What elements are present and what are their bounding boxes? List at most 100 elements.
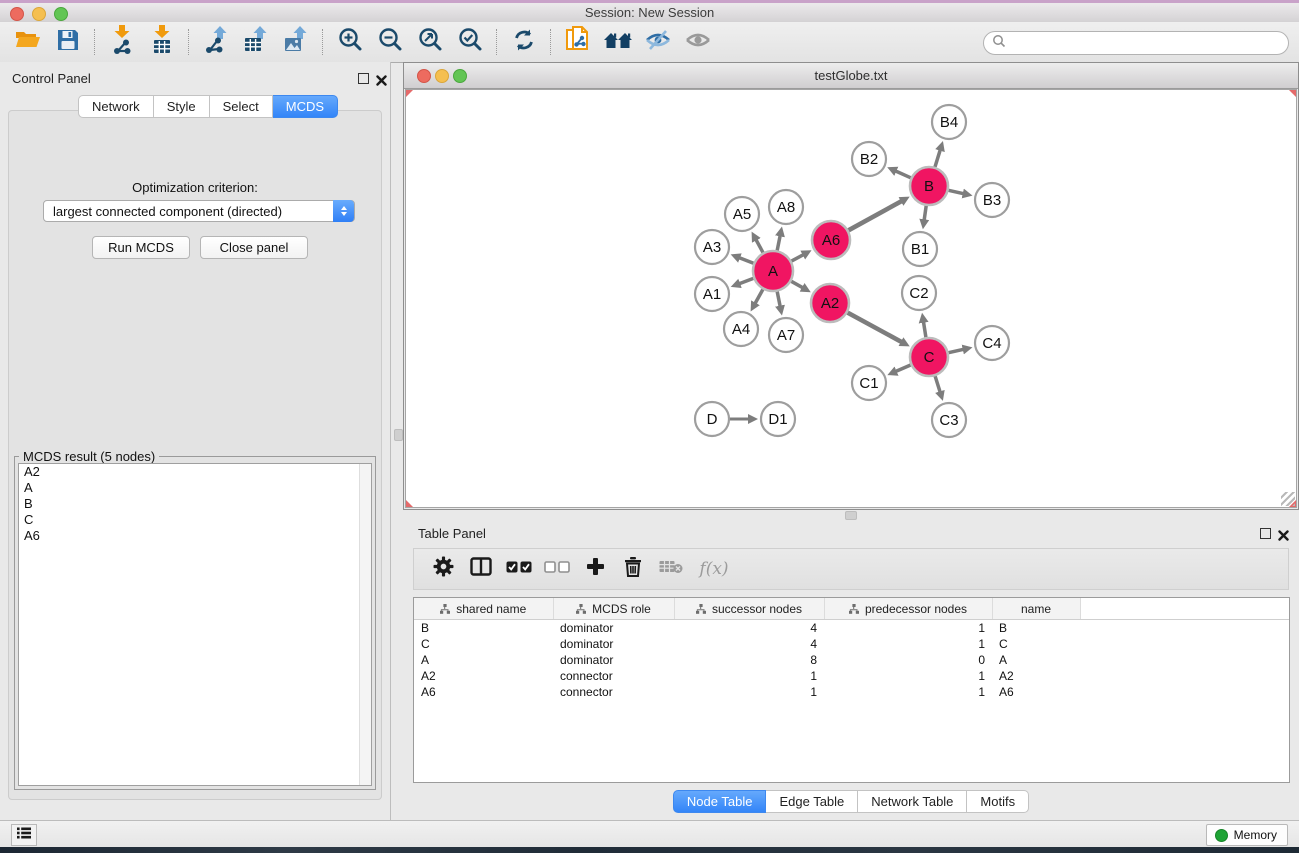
zoom-fit-button[interactable]	[410, 25, 450, 59]
import-network-button[interactable]	[102, 25, 142, 59]
table-cell[interactable]: A2	[992, 668, 1080, 684]
zoom-in-button[interactable]	[330, 25, 370, 59]
table-cell[interactable]: 4	[674, 636, 824, 652]
task-history-button[interactable]	[11, 824, 37, 846]
zoom-selected-button[interactable]	[450, 25, 490, 59]
delete-column-button[interactable]	[614, 553, 652, 585]
table-cell[interactable]: B	[992, 620, 1080, 637]
table-cell[interactable]: C	[992, 636, 1080, 652]
export-image-button[interactable]	[276, 25, 316, 59]
graph-edge-A-A5[interactable]	[755, 239, 763, 253]
table-cell[interactable]: C	[414, 636, 553, 652]
table-settings-button[interactable]	[424, 553, 462, 585]
run-mcds-button[interactable]: Run MCDS	[92, 236, 190, 259]
network-canvas[interactable]: B4B2BB3B1A5A8A6A3AA1A2A4A7C2CC4C1C3DD1	[405, 89, 1297, 508]
table-cell[interactable]: 1	[824, 668, 992, 684]
mcds-result-item[interactable]: A6	[19, 528, 371, 544]
table-cell[interactable]: A2	[414, 668, 553, 684]
export-table-button[interactable]	[236, 25, 276, 59]
table-cell[interactable]: 1	[824, 620, 992, 637]
graph-edge-A2-C[interactable]	[848, 313, 903, 343]
create-column-button[interactable]	[576, 553, 614, 585]
close-panel-button[interactable]: Close panel	[200, 236, 308, 259]
import-table-button[interactable]	[142, 25, 182, 59]
tab-edge-table[interactable]: Edge Table	[766, 790, 858, 813]
graph-edge-A-A1[interactable]	[738, 278, 753, 284]
save-session-button[interactable]	[48, 25, 88, 59]
network-window-titlebar[interactable]: testGlobe.txt	[404, 63, 1298, 89]
graph-edge-A-A7[interactable]	[777, 292, 780, 308]
show-all-button[interactable]	[678, 25, 718, 59]
graph-edge-A-A6[interactable]	[792, 254, 805, 261]
graph-edge-C-C3[interactable]	[935, 376, 940, 393]
table-cell[interactable]: 1	[674, 668, 824, 684]
graph-edge-B-B3[interactable]	[949, 190, 965, 194]
table-cell[interactable]: connector	[553, 684, 674, 700]
column-header-predecessor-nodes[interactable]: predecessor nodes	[824, 598, 992, 620]
table-row[interactable]: Bdominator41B	[414, 620, 1289, 637]
graph-edge-A6-B[interactable]	[849, 201, 903, 231]
graph-edge-C-C4[interactable]	[949, 349, 965, 353]
vertical-splitter-grip[interactable]	[394, 429, 403, 441]
table-row[interactable]: A6connector11A6	[414, 684, 1289, 700]
mcds-result-item[interactable]: A2	[19, 464, 371, 480]
table-row[interactable]: Adominator80A	[414, 652, 1289, 668]
table-cell[interactable]: connector	[553, 668, 674, 684]
window-resize-grip[interactable]	[1281, 492, 1295, 506]
table-cell[interactable]: A6	[414, 684, 553, 700]
graph-edge-A-A2[interactable]	[791, 281, 804, 288]
table-cell[interactable]: B	[414, 620, 553, 637]
delete-table-button[interactable]	[652, 553, 690, 585]
column-header-successor-nodes[interactable]: successor nodes	[674, 598, 824, 620]
table-cell[interactable]: A	[414, 652, 553, 668]
show-columns-button[interactable]	[462, 553, 500, 585]
graph-edge-A-A3[interactable]	[738, 257, 753, 263]
graph-edge-B-B1[interactable]	[924, 206, 926, 222]
column-header-shared-name[interactable]: shared name	[414, 598, 553, 620]
table-cell[interactable]: A	[992, 652, 1080, 668]
table-cell[interactable]: 1	[674, 684, 824, 700]
clone-network-button[interactable]	[558, 25, 598, 59]
table-float-panel-icon[interactable]	[1260, 528, 1271, 539]
mcds-result-item[interactable]: A	[19, 480, 371, 496]
tab-network[interactable]: Network	[78, 95, 154, 118]
table-cell[interactable]: A6	[992, 684, 1080, 700]
tab-motifs[interactable]: Motifs	[967, 790, 1029, 813]
scrollbar-track[interactable]	[359, 464, 371, 785]
search-input[interactable]	[1010, 35, 1288, 51]
search-box[interactable]	[983, 31, 1289, 55]
graph-edge-A-A4[interactable]	[755, 289, 763, 304]
table-cell[interactable]: dominator	[553, 620, 674, 637]
app-titlebar[interactable]: Session: New Session	[0, 3, 1299, 23]
refresh-layout-button[interactable]	[504, 25, 544, 59]
hide-selected-button[interactable]	[638, 25, 678, 59]
table-cell[interactable]: dominator	[553, 636, 674, 652]
mcds-result-item[interactable]: C	[19, 512, 371, 528]
graph-edge-C-C1[interactable]	[895, 365, 911, 372]
select-all-columns-button[interactable]	[500, 553, 538, 585]
function-builder-button[interactable]: f(x)	[690, 553, 738, 585]
table-cell[interactable]: dominator	[553, 652, 674, 668]
memory-button[interactable]: Memory	[1206, 824, 1288, 846]
node-table-container[interactable]: shared name MCDS role successor nodes pr…	[413, 597, 1290, 783]
unselect-all-columns-button[interactable]	[538, 553, 576, 585]
tab-mcds[interactable]: MCDS	[273, 95, 338, 118]
graph-edge-C-C2[interactable]	[923, 321, 926, 338]
table-row[interactable]: A2connector11A2	[414, 668, 1289, 684]
tab-network-table[interactable]: Network Table	[858, 790, 967, 813]
table-row[interactable]: Cdominator41C	[414, 636, 1289, 652]
tab-style[interactable]: Style	[154, 95, 210, 118]
zoom-out-button[interactable]	[370, 25, 410, 59]
open-session-button[interactable]	[8, 25, 48, 59]
column-header-name[interactable]: name	[992, 598, 1080, 620]
table-cell[interactable]: 1	[824, 684, 992, 700]
float-panel-icon[interactable]	[358, 73, 369, 84]
graph-edge-A-A8[interactable]	[777, 234, 780, 250]
first-neighbors-button[interactable]	[598, 25, 638, 59]
close-panel-icon[interactable]	[376, 73, 387, 84]
mcds-result-item[interactable]: B	[19, 496, 371, 512]
tab-select[interactable]: Select	[210, 95, 273, 118]
table-cell[interactable]: 1	[824, 636, 992, 652]
graph-edge-B-B2[interactable]	[895, 171, 911, 178]
table-close-panel-icon[interactable]	[1278, 528, 1289, 539]
